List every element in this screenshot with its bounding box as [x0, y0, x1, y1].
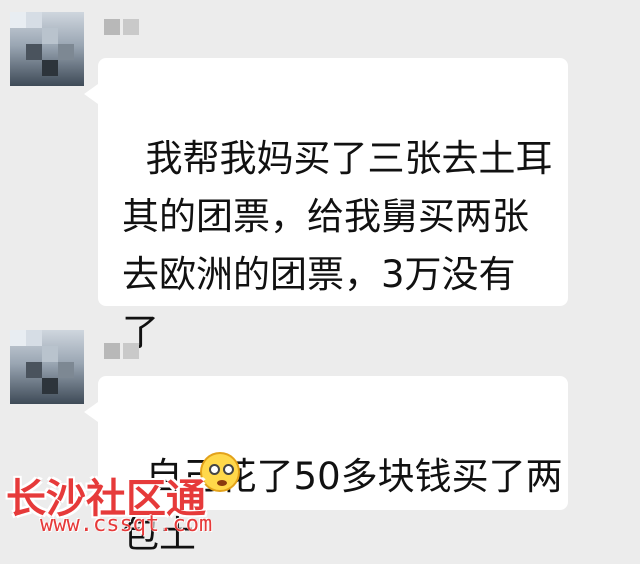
sender-avatar[interactable] — [10, 330, 84, 404]
name-redaction — [104, 343, 120, 359]
sender-name — [104, 340, 139, 362]
sender-avatar[interactable] — [10, 12, 84, 86]
name-redaction — [123, 19, 139, 35]
emoji-eye — [209, 464, 220, 475]
smiling-face-emoji — [200, 452, 240, 492]
emoji-mouth — [217, 480, 227, 486]
message-text: 我帮我妈买了三张去土耳 其的团票，给我舅买两张 去欧洲的团票，3万没有 了 — [122, 137, 553, 354]
name-redaction — [104, 19, 120, 35]
name-redaction — [123, 343, 139, 359]
message-bubble[interactable]: 我帮我妈买了三张去土耳 其的团票，给我舅买两张 去欧洲的团票，3万没有 了 — [84, 58, 568, 354]
emoji-eye — [223, 464, 234, 475]
sender-name — [104, 16, 139, 38]
watermark-url: www.cssqt.com — [40, 512, 213, 537]
